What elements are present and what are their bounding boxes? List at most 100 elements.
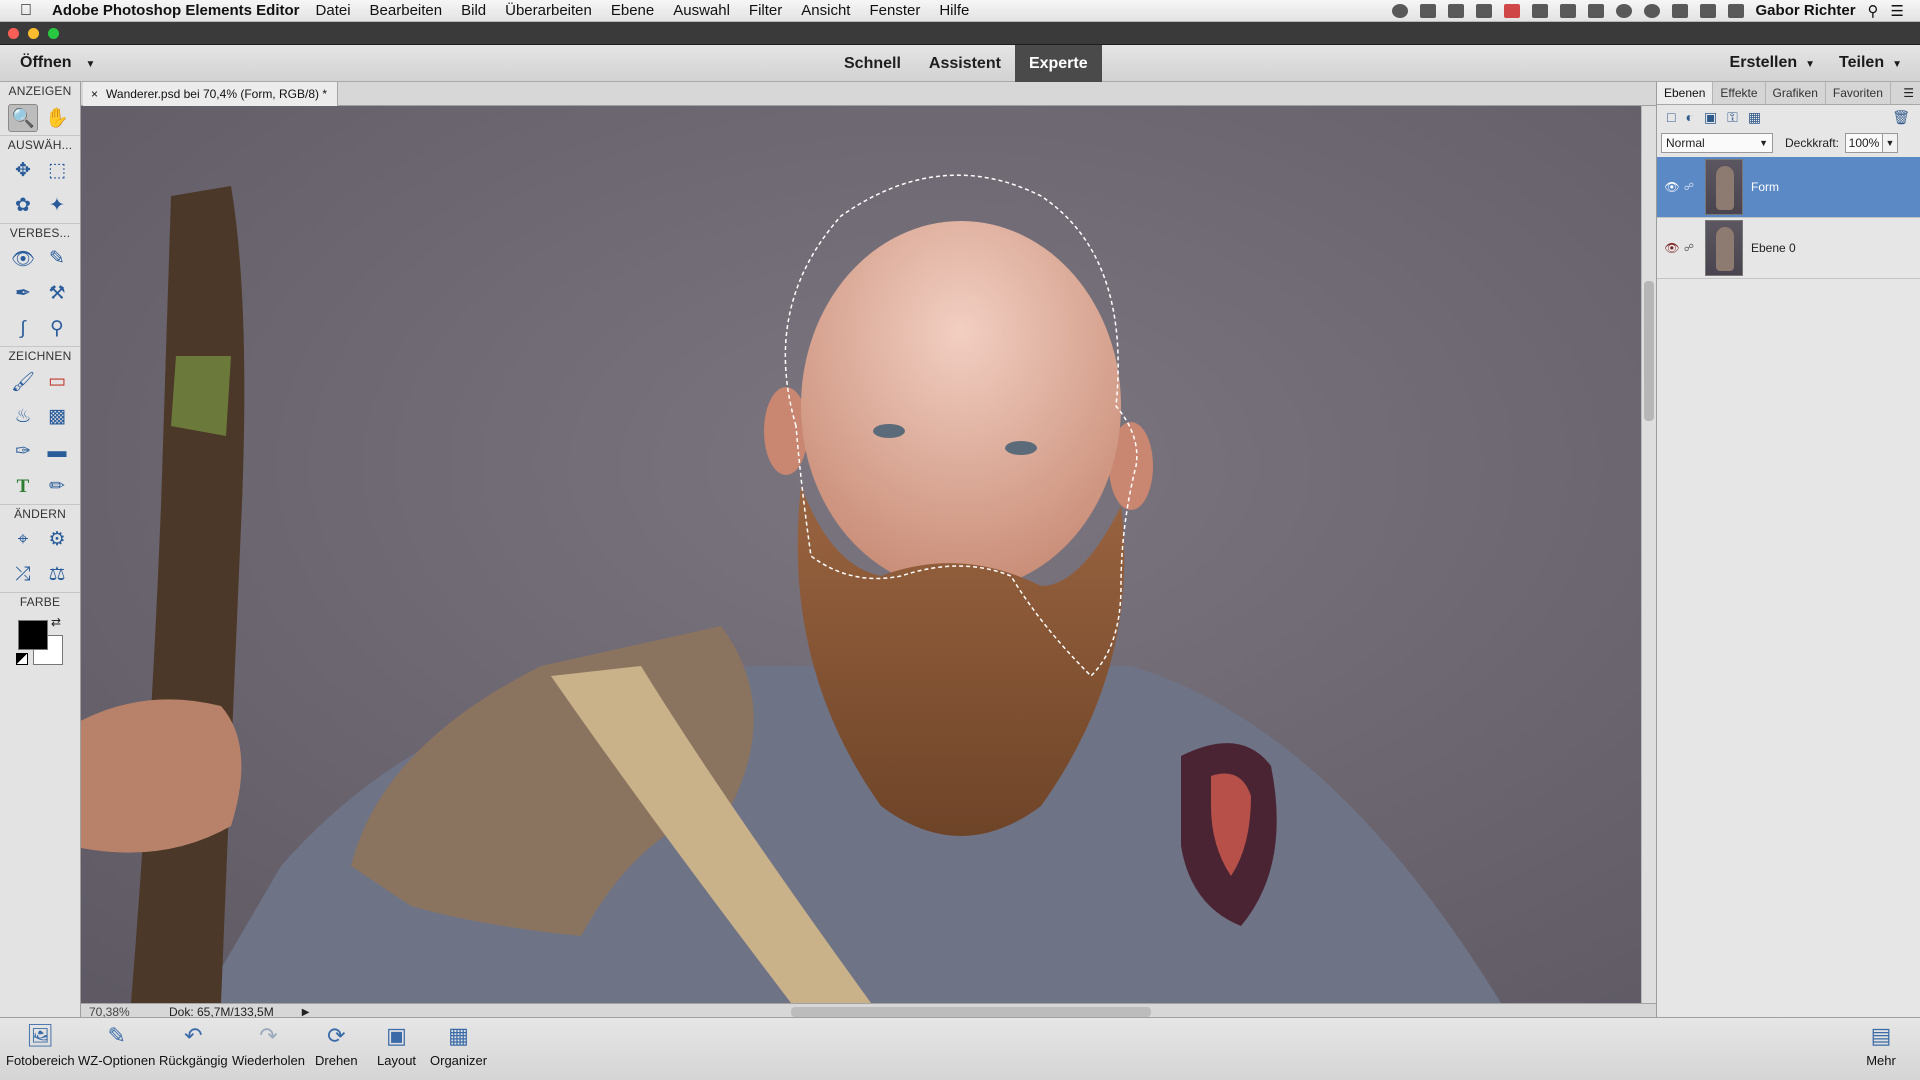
hand-tool-icon[interactable]: ✋ — [42, 104, 72, 132]
menu-fenster[interactable]: Fenster — [869, 2, 920, 19]
layer-row-form[interactable]: 👁 ☍ Form — [1657, 157, 1920, 218]
tab-effekte[interactable]: Effekte — [1713, 82, 1766, 104]
sync-icon[interactable] — [1559, 3, 1576, 18]
text-tool-icon[interactable]: T — [8, 473, 38, 501]
link-icon[interactable]: ☍ — [1681, 182, 1697, 193]
crop-tool-icon[interactable]: ⌖ — [8, 526, 38, 554]
vertical-scroll-thumb[interactable] — [1644, 281, 1654, 421]
horizontal-scroll-thumb[interactable] — [791, 1007, 1151, 1017]
recompose-tool-icon[interactable]: ⚙ — [42, 526, 72, 554]
straighten-tool-icon[interactable]: ⚖ — [42, 561, 72, 589]
app-name-menu[interactable]: Adobe Photoshop Elements Editor — [52, 2, 300, 19]
clone-stamp-tool-icon[interactable]: ⚒ — [42, 280, 72, 308]
swap-colors-icon[interactable]: ⇄ — [51, 615, 61, 629]
layer-mask-icon[interactable]: ▣ — [1704, 109, 1717, 126]
new-layer-icon[interactable]: □ — [1667, 109, 1675, 125]
home-icon[interactable] — [1531, 3, 1548, 18]
lock-transparency-icon[interactable]: ▦ — [1748, 109, 1761, 126]
close-window-button[interactable] — [8, 28, 19, 39]
eye-icon[interactable]: 👁 — [1663, 180, 1681, 194]
paint-bucket-tool-icon[interactable]: ♨ — [8, 403, 38, 431]
chevron-right-icon[interactable]: ▶ — [302, 1007, 310, 1018]
move-tool-icon[interactable]: ✥ — [8, 157, 38, 185]
magic-wand-tool-icon[interactable]: ✦ — [42, 192, 72, 220]
document-tab[interactable]: × Wanderer.psd bei 70,4% (Form, RGB/8) * — [83, 82, 338, 106]
link-icon[interactable]: ☍ — [1681, 243, 1697, 254]
time-machine-icon[interactable] — [1615, 3, 1632, 18]
sharpen-tool-icon[interactable]: ⚲ — [42, 315, 72, 343]
healing-brush-tool-icon[interactable]: ✎ — [42, 245, 72, 273]
menu-ueberarbeiten[interactable]: Überarbeiten — [505, 2, 592, 19]
mode-schnell[interactable]: Schnell — [830, 45, 915, 82]
apple-icon[interactable]:  — [0, 2, 52, 20]
redo-button[interactable]: ↷ Wiederholen — [232, 1023, 305, 1068]
gradient-tool-icon[interactable]: ▩ — [42, 403, 72, 431]
menu-ansicht[interactable]: Ansicht — [801, 2, 850, 19]
wifi-icon[interactable] — [1671, 3, 1688, 18]
smart-brush-tool-icon[interactable]: ✒ — [8, 280, 38, 308]
shape-tool-icon[interactable]: ▬ — [42, 438, 72, 466]
rotate-button[interactable]: ⟳ Drehen — [315, 1023, 358, 1068]
layer-row-ebene-0[interactable]: 👁 ☍ Ebene 0 — [1657, 218, 1920, 279]
menu-ebene[interactable]: Ebene — [611, 2, 654, 19]
adjustment-layer-icon[interactable]: ◐ — [1685, 109, 1693, 125]
screen-icon[interactable] — [1587, 3, 1604, 18]
bluetooth-icon[interactable] — [1643, 3, 1660, 18]
display-icon[interactable] — [1419, 3, 1436, 18]
zoom-tool-icon[interactable]: 🔍 — [8, 103, 38, 132]
default-colors-icon[interactable] — [16, 653, 28, 665]
monitor-icon[interactable] — [1447, 3, 1464, 18]
app-status-icon[interactable] — [1503, 3, 1520, 18]
lock-icon[interactable]: ⚿ — [1727, 109, 1738, 126]
tab-ebenen[interactable]: Ebenen — [1657, 82, 1714, 104]
menu-bild[interactable]: Bild — [461, 2, 486, 19]
tab-grafiken[interactable]: Grafiken — [1766, 82, 1826, 104]
menu-bearbeiten[interactable]: Bearbeiten — [370, 2, 443, 19]
eraser-tool-icon[interactable]: ▭ — [42, 368, 72, 396]
layers-panel: Ebenen Effekte Grafiken Favoriten ☰ □ ◐ … — [1656, 82, 1920, 1017]
trash-icon[interactable]: 🗑 — [1892, 109, 1910, 126]
marquee-tool-icon[interactable]: ⬚ — [42, 157, 72, 185]
organizer-button[interactable]: ▦ Organizer — [430, 1023, 487, 1068]
red-eye-tool-icon[interactable]: 👁 — [8, 245, 38, 273]
opacity-dropdown-icon[interactable]: ▼ — [1882, 133, 1899, 153]
evernote-icon[interactable] — [1475, 3, 1492, 18]
eye-hidden-icon[interactable]: 👁 — [1663, 241, 1681, 255]
user-name[interactable]: Gabor Richter — [1756, 2, 1856, 19]
share-button[interactable]: Teilen ▼ — [1839, 54, 1902, 72]
brush-tool-icon[interactable]: 🖌 — [8, 368, 38, 396]
menu-filter[interactable]: Filter — [749, 2, 782, 19]
open-button[interactable]: Öffnen ▼ — [20, 54, 95, 72]
vertical-scrollbar[interactable] — [1641, 106, 1656, 1003]
layout-button[interactable]: ▣ Layout — [377, 1023, 416, 1068]
eject-icon[interactable] — [1699, 3, 1716, 18]
lasso-tool-icon[interactable]: ✿ — [8, 192, 38, 220]
content-aware-move-tool-icon[interactable]: ⤮ — [8, 561, 38, 589]
mode-experte[interactable]: Experte — [1014, 45, 1102, 82]
spotlight-icon[interactable]: ⚲ — [1868, 2, 1879, 20]
menu-auswahl[interactable]: Auswahl — [673, 2, 730, 19]
volume-icon[interactable] — [1727, 3, 1744, 18]
notification-center-icon[interactable]: ☰ — [1891, 2, 1904, 20]
minimize-window-button[interactable] — [28, 28, 39, 39]
image-canvas[interactable] — [81, 106, 1641, 1003]
panel-menu-icon[interactable]: ☰ — [1897, 82, 1920, 104]
tool-options-button[interactable]: ✎ WZ-Optionen — [78, 1023, 155, 1068]
eyedropper-tool-icon[interactable]: ✑ — [8, 438, 38, 466]
more-button[interactable]: ▤ Mehr — [1866, 1023, 1896, 1068]
pencil-tool-icon[interactable]: ✏ — [42, 473, 72, 501]
menu-datei[interactable]: Datei — [316, 2, 351, 19]
mode-assistent[interactable]: Assistent — [915, 45, 1015, 82]
tab-favoriten[interactable]: Favoriten — [1826, 82, 1891, 104]
close-tab-icon[interactable]: × — [91, 87, 98, 101]
smudge-tool-icon[interactable]: ∫ — [8, 315, 38, 343]
foreground-color-swatch[interactable] — [18, 620, 48, 650]
record-icon[interactable] — [1391, 3, 1408, 18]
undo-button[interactable]: ↶ Rückgängig — [159, 1023, 228, 1068]
opacity-field[interactable]: 100% — [1845, 133, 1884, 153]
photo-bin-button[interactable]: 🖼 Fotobereich — [6, 1023, 75, 1068]
menu-hilfe[interactable]: Hilfe — [939, 2, 969, 19]
create-button[interactable]: Erstellen ▼ — [1730, 54, 1816, 72]
blend-mode-select[interactable]: Normal ▼ — [1661, 133, 1773, 153]
zoom-window-button[interactable] — [48, 28, 59, 39]
